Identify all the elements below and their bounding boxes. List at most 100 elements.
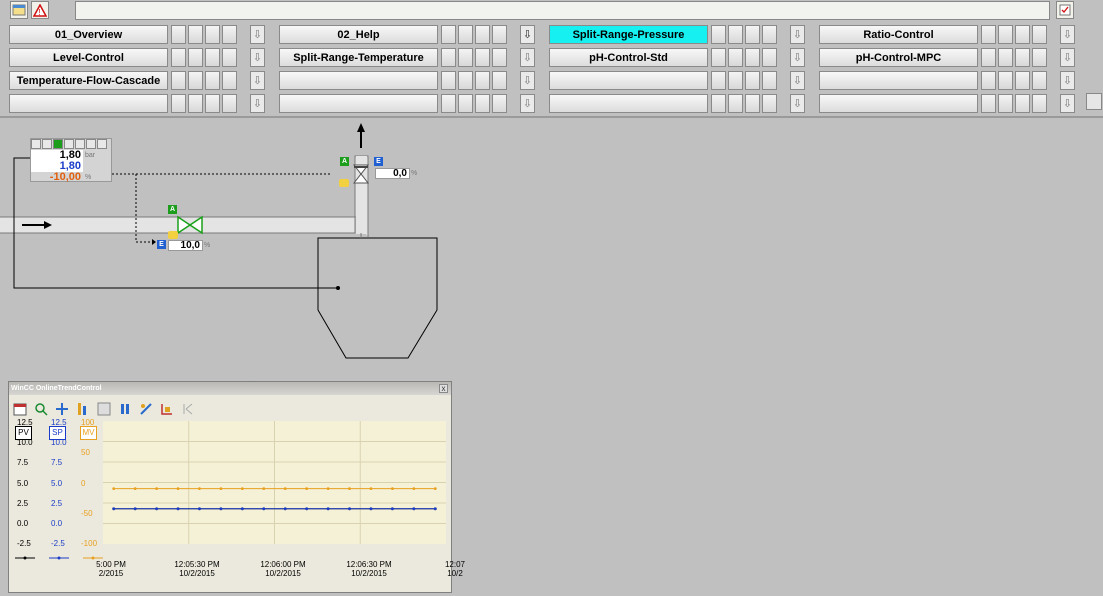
nav-slot[interactable] xyxy=(205,25,220,44)
nav-slot[interactable] xyxy=(998,71,1013,90)
nav-slot[interactable] xyxy=(441,25,456,44)
close-icon[interactable]: x xyxy=(439,384,448,393)
nav-slot[interactable] xyxy=(981,71,996,90)
nav-button[interactable]: Level-Control xyxy=(9,48,168,67)
nav-slot[interactable] xyxy=(222,25,237,44)
nav-button[interactable] xyxy=(549,94,708,113)
nav-button[interactable]: 02_Help xyxy=(279,25,438,44)
nav-button[interactable] xyxy=(819,94,978,113)
down-arrow-icon[interactable]: ⇩ xyxy=(790,94,805,113)
nav-slot[interactable] xyxy=(188,71,203,90)
alarm-warning-icon[interactable]: ! xyxy=(31,1,49,19)
nav-slot[interactable] xyxy=(1015,71,1030,90)
nav-slot[interactable] xyxy=(981,25,996,44)
down-arrow-icon[interactable]: ⇩ xyxy=(1060,48,1075,67)
nav-slot[interactable] xyxy=(711,71,726,90)
down-arrow-icon[interactable]: ⇩ xyxy=(520,94,535,113)
down-arrow-icon[interactable]: ⇩ xyxy=(1060,25,1075,44)
nav-slot[interactable] xyxy=(728,71,743,90)
nav-slot[interactable] xyxy=(171,25,186,44)
nav-slot[interactable] xyxy=(188,25,203,44)
nav-slot[interactable] xyxy=(1032,94,1047,113)
nav-slot[interactable] xyxy=(745,94,760,113)
nav-button[interactable] xyxy=(819,71,978,90)
nav-slot[interactable] xyxy=(222,94,237,113)
nav-slot[interactable] xyxy=(1015,25,1030,44)
pressure-controller-block[interactable]: 1,80 bar 1,80 -10,00 % xyxy=(30,138,112,183)
nav-slot[interactable] xyxy=(205,48,220,67)
nav-slot[interactable] xyxy=(1032,25,1047,44)
nav-slot[interactable] xyxy=(475,71,490,90)
nav-slot[interactable] xyxy=(981,94,996,113)
nav-button[interactable] xyxy=(279,94,438,113)
nav-slot[interactable] xyxy=(762,25,777,44)
nav-button[interactable]: Temperature-Flow-Cascade xyxy=(9,71,168,90)
online-trend-control[interactable]: WinCC OnlineTrendControl x PV SP MV 12.5… xyxy=(8,381,465,593)
nav-slot[interactable] xyxy=(205,71,220,90)
statistics-icon[interactable] xyxy=(158,401,175,418)
nav-slot[interactable] xyxy=(1015,94,1030,113)
nav-slot[interactable] xyxy=(458,71,473,90)
message-line[interactable] xyxy=(75,1,1050,20)
nav-slot[interactable] xyxy=(1015,48,1030,67)
nav-button[interactable] xyxy=(9,94,168,113)
nav-slot[interactable] xyxy=(1032,48,1047,67)
nav-button[interactable]: pH-Control-MPC xyxy=(819,48,978,67)
nav-button[interactable] xyxy=(549,71,708,90)
window-icon[interactable] xyxy=(95,401,112,418)
down-arrow-icon[interactable]: ⇩ xyxy=(250,25,265,44)
nav-slot[interactable] xyxy=(762,48,777,67)
nav-slot[interactable] xyxy=(492,94,507,113)
nav-button[interactable]: Ratio-Control xyxy=(819,25,978,44)
pause-icon[interactable] xyxy=(116,401,133,418)
nav-slot[interactable] xyxy=(492,25,507,44)
down-arrow-icon[interactable]: ⇩ xyxy=(250,71,265,90)
nav-slot[interactable] xyxy=(458,94,473,113)
nav-slot[interactable] xyxy=(728,48,743,67)
nav-slot[interactable] xyxy=(441,48,456,67)
calendar-icon[interactable] xyxy=(11,401,28,418)
move-icon[interactable] xyxy=(53,401,70,418)
nav-slot[interactable] xyxy=(728,25,743,44)
nav-slot[interactable] xyxy=(205,94,220,113)
nav-slot[interactable] xyxy=(711,48,726,67)
nav-slot[interactable] xyxy=(458,25,473,44)
nav-slot[interactable] xyxy=(475,48,490,67)
checklist-icon[interactable] xyxy=(1056,1,1074,19)
ruler-icon[interactable] xyxy=(137,401,154,418)
zoom-icon[interactable] xyxy=(32,401,49,418)
nav-slot[interactable] xyxy=(475,94,490,113)
nav-slot[interactable] xyxy=(171,71,186,90)
nav-slot[interactable] xyxy=(745,48,760,67)
down-arrow-icon[interactable]: ⇩ xyxy=(520,48,535,67)
nav-slot[interactable] xyxy=(458,48,473,67)
nav-slot[interactable] xyxy=(762,71,777,90)
down-arrow-icon[interactable]: ⇩ xyxy=(520,25,535,44)
nav-slot[interactable] xyxy=(711,94,726,113)
nav-slot[interactable] xyxy=(171,48,186,67)
nav-slot[interactable] xyxy=(745,25,760,44)
nav-slot[interactable] xyxy=(475,25,490,44)
down-arrow-icon[interactable]: ⇩ xyxy=(790,71,805,90)
nav-slot[interactable] xyxy=(762,94,777,113)
report-icon[interactable] xyxy=(10,1,28,19)
print-icon[interactable] xyxy=(1086,93,1102,110)
nav-button[interactable]: 01_Overview xyxy=(9,25,168,44)
nav-button[interactable]: Split-Range-Temperature xyxy=(279,48,438,67)
axis-icon[interactable] xyxy=(74,401,91,418)
down-arrow-icon[interactable]: ⇩ xyxy=(250,48,265,67)
nav-slot[interactable] xyxy=(188,94,203,113)
nav-slot[interactable] xyxy=(188,48,203,67)
nav-slot[interactable] xyxy=(998,25,1013,44)
nav-slot[interactable] xyxy=(492,71,507,90)
nav-slot[interactable] xyxy=(441,94,456,113)
nav-button-active[interactable]: Split-Range-Pressure xyxy=(549,25,708,44)
down-arrow-icon[interactable]: ⇩ xyxy=(790,48,805,67)
down-arrow-icon[interactable]: ⇩ xyxy=(790,25,805,44)
nav-slot[interactable] xyxy=(981,48,996,67)
nav-slot[interactable] xyxy=(728,94,743,113)
nav-slot[interactable] xyxy=(998,48,1013,67)
nav-slot[interactable] xyxy=(492,48,507,67)
nav-slot[interactable] xyxy=(171,94,186,113)
nav-slot[interactable] xyxy=(441,71,456,90)
